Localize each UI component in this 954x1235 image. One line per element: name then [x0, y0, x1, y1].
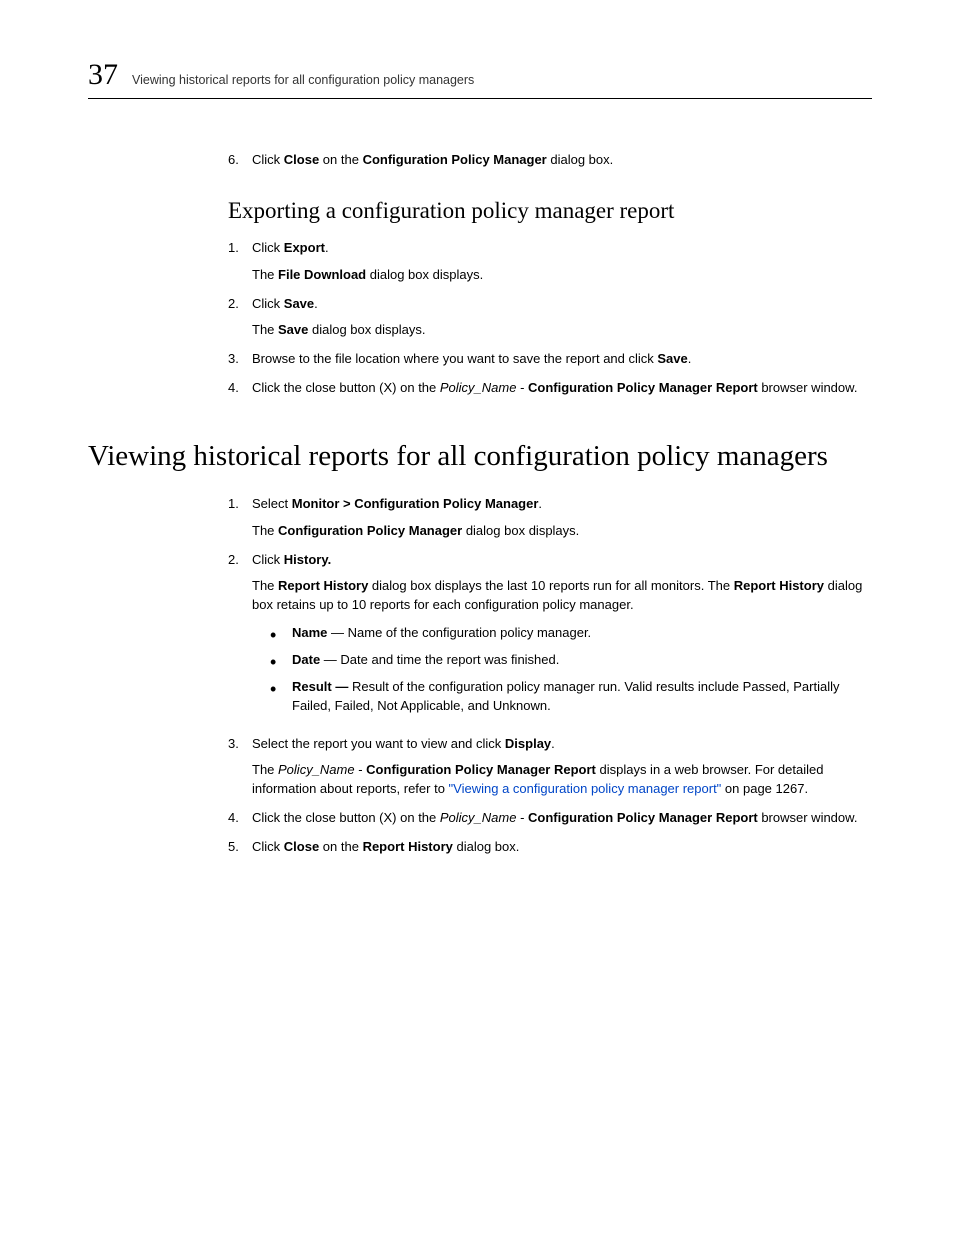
running-header: Viewing historical reports for all confi…: [132, 73, 474, 87]
list-item: Name — Name of the configuration policy …: [270, 624, 864, 643]
heading-exporting-report: Exporting a configuration policy manager…: [228, 198, 864, 224]
view-step-2: 2. Click History. The Report History dia…: [228, 551, 864, 725]
heading-viewing-historical-reports: Viewing historical reports for all confi…: [88, 440, 872, 473]
export-step-4: 4. Click the close button (X) on the Pol…: [228, 379, 864, 398]
view-step-3: 3. Select the report you want to view an…: [228, 735, 864, 800]
report-history-fields: Name — Name of the configuration policy …: [270, 624, 864, 715]
view-step-4: 4. Click the close button (X) on the Pol…: [228, 809, 864, 828]
export-step-1: 1. Click Export. The File Download dialo…: [228, 239, 864, 285]
chapter-number: 37: [88, 58, 118, 92]
page-header: 37 Viewing historical reports for all co…: [88, 58, 872, 99]
view-step-5: 5. Click Close on the Report History dia…: [228, 838, 864, 857]
link-viewing-report[interactable]: "Viewing a configuration policy manager …: [449, 781, 722, 796]
view-step-1: 1. Select Monitor > Configuration Policy…: [228, 495, 864, 541]
list-item: Date — Date and time the report was fini…: [270, 651, 864, 670]
export-step-2: 2. Click Save. The Save dialog box displ…: [228, 295, 864, 341]
export-step-3: 3. Browse to the file location where you…: [228, 350, 864, 369]
list-item: Result — Result of the configuration pol…: [270, 678, 864, 716]
step-6: 6. Click Close on the Configuration Poli…: [228, 151, 864, 170]
